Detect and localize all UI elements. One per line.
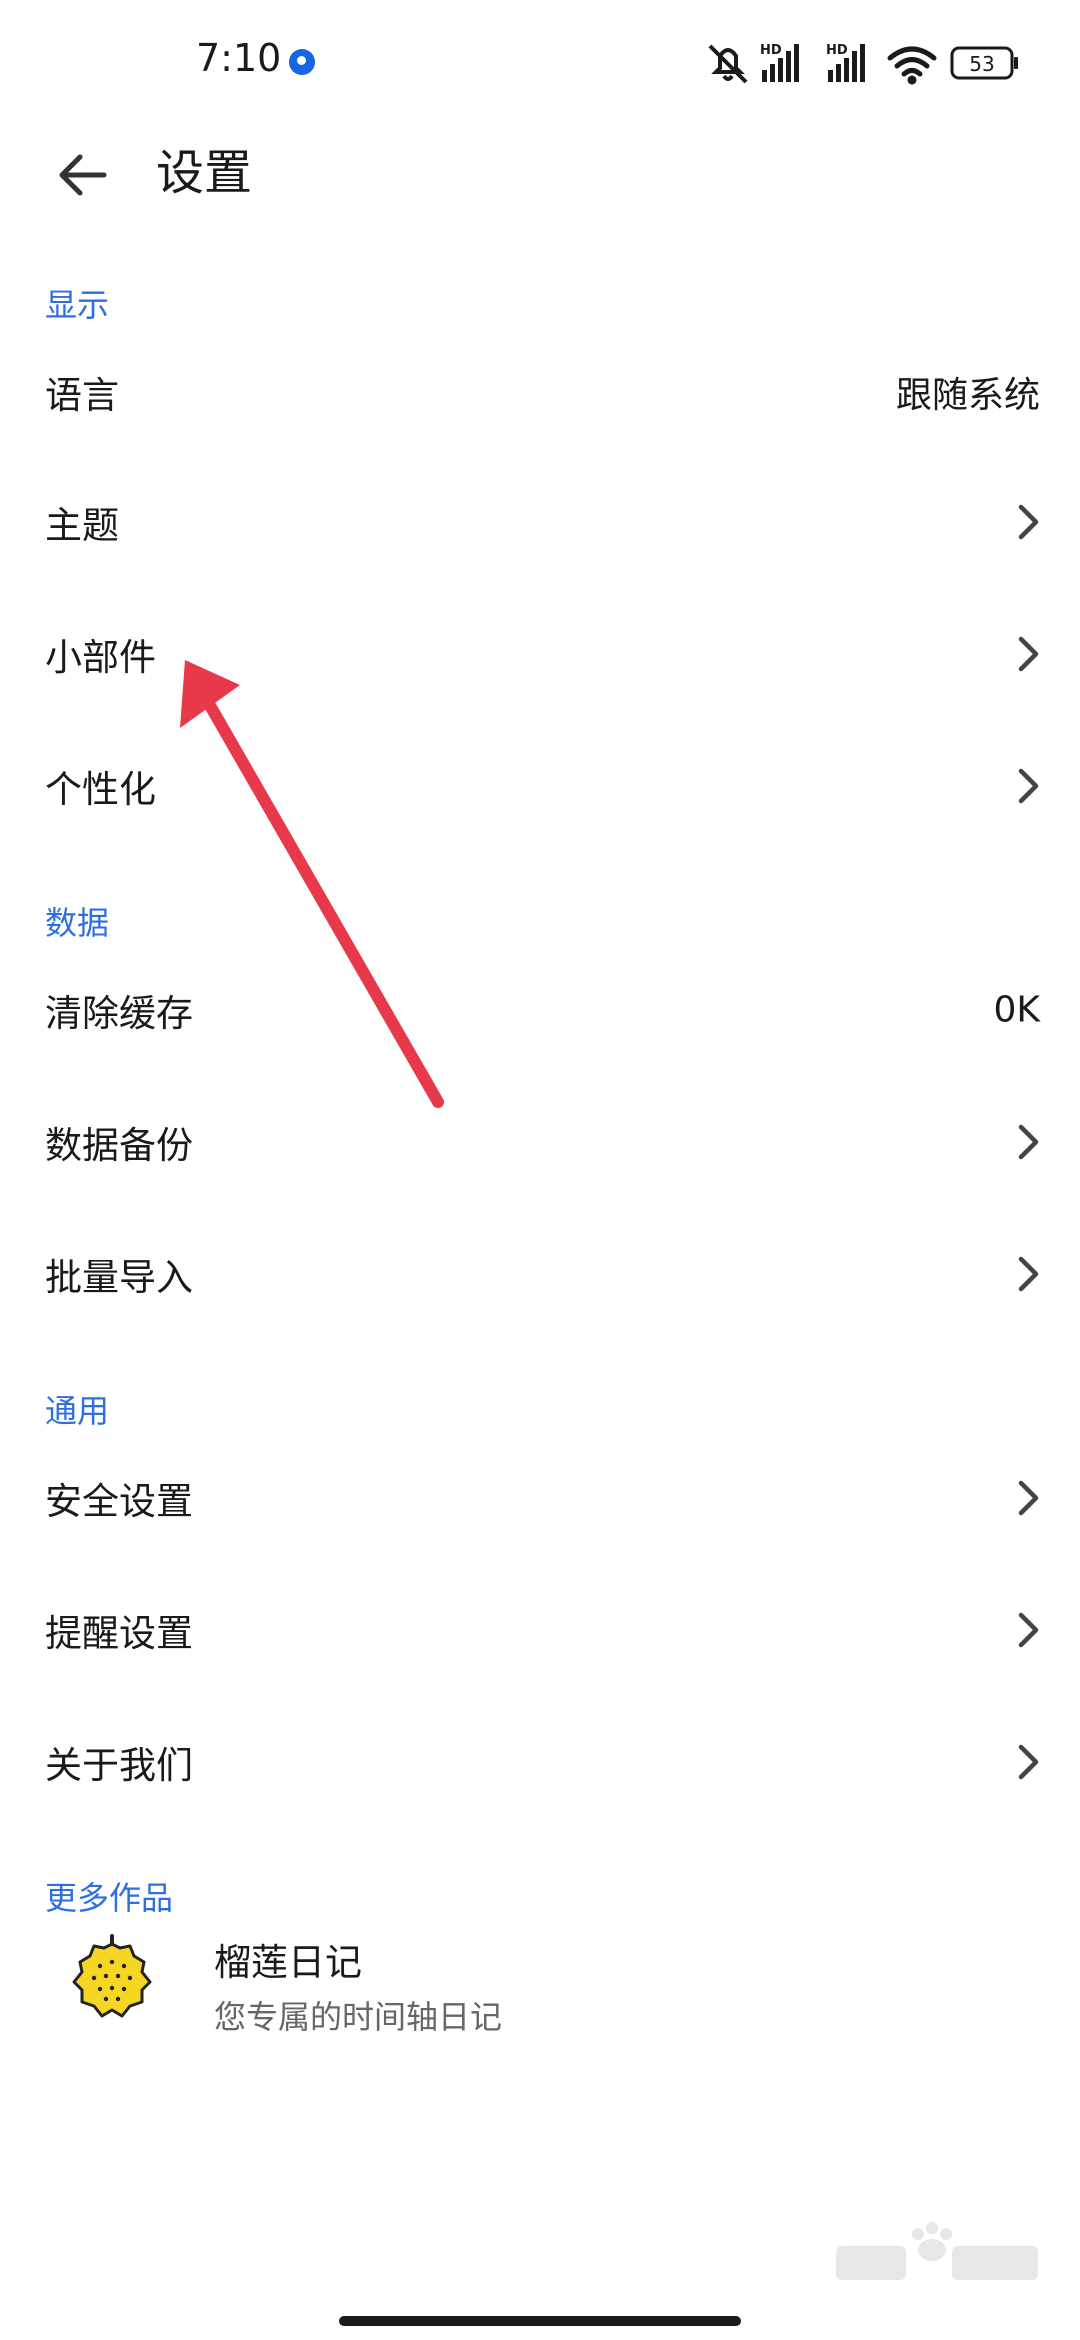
signal-icon: HD [760,43,799,82]
promo-subtitle: 您专属的时间轴日记 [214,1998,503,2036]
setting-row-reminder[interactable]: 提醒设置 [0,1564,1080,1696]
status-icons: HD HD 53 [708,43,1018,85]
signal-icon: HD [826,43,865,82]
setting-row-about[interactable]: 关于我们 [0,1696,1080,1828]
section-label-display: 显示 [45,286,110,324]
row-label: 清除缓存 [45,992,193,1035]
section-label-general: 通用 [45,1392,110,1430]
row-label: 关于我们 [45,1744,193,1787]
setting-row-personalization[interactable]: 个性化 [0,720,1080,852]
svg-text:HD: HD [826,43,848,58]
setting-row-widget[interactable]: 小部件 [0,588,1080,720]
notification-app-icon [289,49,315,75]
chevron-right-icon [1018,1256,1039,1292]
baidu-watermark [836,2222,1038,2280]
chevron-right-icon [1018,1124,1039,1160]
page-title: 设置 [156,145,253,201]
row-value: 0K [993,989,1040,1031]
back-button[interactable] [42,135,122,215]
promo-title: 榴莲日记 [214,1941,362,1984]
mute-icon [708,44,748,84]
durian-icon [72,1934,152,2018]
row-label: 个性化 [45,768,156,811]
chevron-right-icon [1018,768,1039,804]
row-label: 数据备份 [45,1124,193,1167]
row-label: 批量导入 [45,1256,193,1299]
promo-app-durian-diary[interactable]: 榴莲日记 您专属的时间轴日记 [0,1912,1080,2062]
setting-row-import[interactable]: 批量导入 [0,1208,1080,1340]
status-bar: 7:10 HD HD 53 [0,0,1080,125]
setting-row-clear-cache[interactable]: 清除缓存 0K [0,944,1080,1076]
arrow-left-icon [59,154,107,196]
battery-icon: 53 [950,46,1018,80]
row-label: 安全设置 [45,1480,193,1523]
setting-row-security[interactable]: 安全设置 [0,1432,1080,1564]
row-label: 小部件 [45,636,156,679]
wifi-icon [887,46,937,85]
chevron-right-icon [1018,1744,1039,1780]
chevron-right-icon [1018,1612,1039,1648]
row-label: 语言 [45,374,119,417]
app-header: 设置 [0,125,1080,285]
chevron-right-icon [1018,636,1039,672]
row-label: 提醒设置 [45,1612,193,1655]
chevron-right-icon [1018,504,1039,540]
setting-row-theme[interactable]: 主题 [0,456,1080,588]
row-value: 跟随系统 [895,375,1040,416]
svg-text:HD: HD [760,43,782,58]
section-label-data: 数据 [45,904,110,942]
chevron-right-icon [1018,1480,1039,1516]
row-label: 主题 [45,504,119,547]
svg-text:53: 53 [969,52,994,76]
home-indicator[interactable] [339,2316,741,2326]
status-time: 7:10 [196,36,282,80]
setting-row-backup[interactable]: 数据备份 [0,1076,1080,1208]
setting-row-language[interactable]: 语言 跟随系统 [0,326,1080,458]
